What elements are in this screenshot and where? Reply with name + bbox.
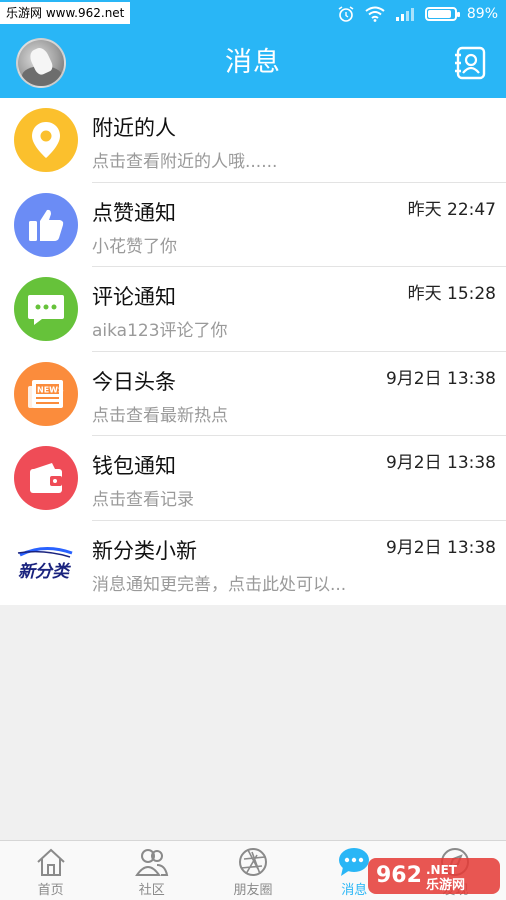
item-title: 点赞通知 — [92, 200, 176, 225]
chat-bubble-icon — [14, 277, 78, 341]
wallet-icon — [14, 446, 78, 510]
item-subtitle: 小花赞了你 — [92, 236, 177, 257]
signal-icon — [395, 8, 414, 21]
brand-logo-text: 新分类 — [18, 562, 72, 582]
item-title: 新分类小新 — [92, 538, 197, 563]
community-icon — [134, 849, 169, 876]
list-item[interactable]: 新分类 新分类小新消息通知更完善，点击此处可以... 9月2日 13:38 — [0, 521, 506, 606]
item-time: 9月2日 13:38 — [385, 537, 496, 558]
list-item[interactable]: 钱包通知点击查看记录 9月2日 13:38 — [0, 436, 506, 521]
wifi-icon — [365, 6, 385, 22]
message-icon — [339, 848, 370, 876]
item-time: 9月2日 13:38 — [385, 368, 496, 389]
contacts-icon[interactable] — [452, 45, 488, 81]
thumbs-up-icon — [14, 192, 78, 257]
item-title: 评论通知 — [92, 285, 176, 309]
message-list: 附近的人点击查看附近的人哦...... 点赞通知小花赞了你 昨天 22:47 评论通知… — [0, 98, 506, 605]
home-icon — [36, 848, 65, 876]
battery-icon — [424, 7, 460, 21]
item-title: 钱包通知 — [92, 454, 176, 478]
item-subtitle: 点击查看记录 — [92, 490, 194, 510]
list-item[interactable]: 评论通知 aika123评论了你 昨天 15:28 — [0, 267, 506, 352]
item-time: 昨天 15:28 — [407, 284, 496, 304]
watermark-logo: 962 .NET 乐游网 — [368, 858, 500, 894]
nav-label: 社区 — [138, 883, 165, 898]
nav-tab-1[interactable]: 社区 — [101, 841, 202, 900]
battery-percent: 89% — [466, 6, 498, 22]
status-bar: 乐游网 www.962.net 89% — [0, 0, 506, 28]
svg-text:.NET: .NET — [426, 863, 458, 877]
status-icons: 89% — [337, 0, 498, 28]
nav-tab-0[interactable]: 首页 — [0, 841, 101, 900]
nav-tab-2[interactable]: 朋友圈 — [202, 841, 303, 900]
location-pin-icon — [14, 108, 78, 172]
brand-logo-icon: 新分类 — [14, 531, 78, 595]
item-time: 9月2日 13:38 — [385, 453, 496, 473]
svg-text:乐游网: 乐游网 — [426, 877, 465, 893]
list-item[interactable]: 附近的人点击查看附近的人哦...... — [0, 98, 506, 183]
nav-label: 朋友圈 — [233, 883, 273, 898]
nav-label: 首页 — [37, 883, 64, 898]
watermark-top: 乐游网 www.962.net — [0, 2, 131, 24]
svg-text:NEWS: NEWS — [37, 385, 64, 394]
nav-label: 消息 — [341, 883, 368, 898]
item-subtitle: 点击查看附近的人哦...... — [92, 152, 278, 172]
list-item[interactable]: NEWS 今日头条点击查看最新热点 9月2日 13:38 — [0, 352, 506, 436]
item-title: 附近的人 — [92, 116, 176, 140]
page-title: 消息 — [225, 47, 281, 78]
svg-text:962: 962 — [376, 863, 422, 888]
item-subtitle: 点击查看最新热点 — [92, 405, 228, 426]
newspaper-icon: NEWS — [14, 361, 78, 426]
alarm-icon — [338, 6, 354, 22]
item-subtitle: 消息通知更完善，点击此处可以... — [92, 574, 347, 595]
item-subtitle: aika123评论了你 — [92, 321, 228, 341]
aperture-icon — [239, 848, 267, 876]
item-time: 昨天 22:47 — [407, 199, 496, 220]
item-title: 今日头条 — [92, 369, 176, 394]
app-header: 消息 — [0, 28, 506, 98]
list-item[interactable]: 点赞通知小花赞了你 昨天 22:47 — [0, 183, 506, 267]
